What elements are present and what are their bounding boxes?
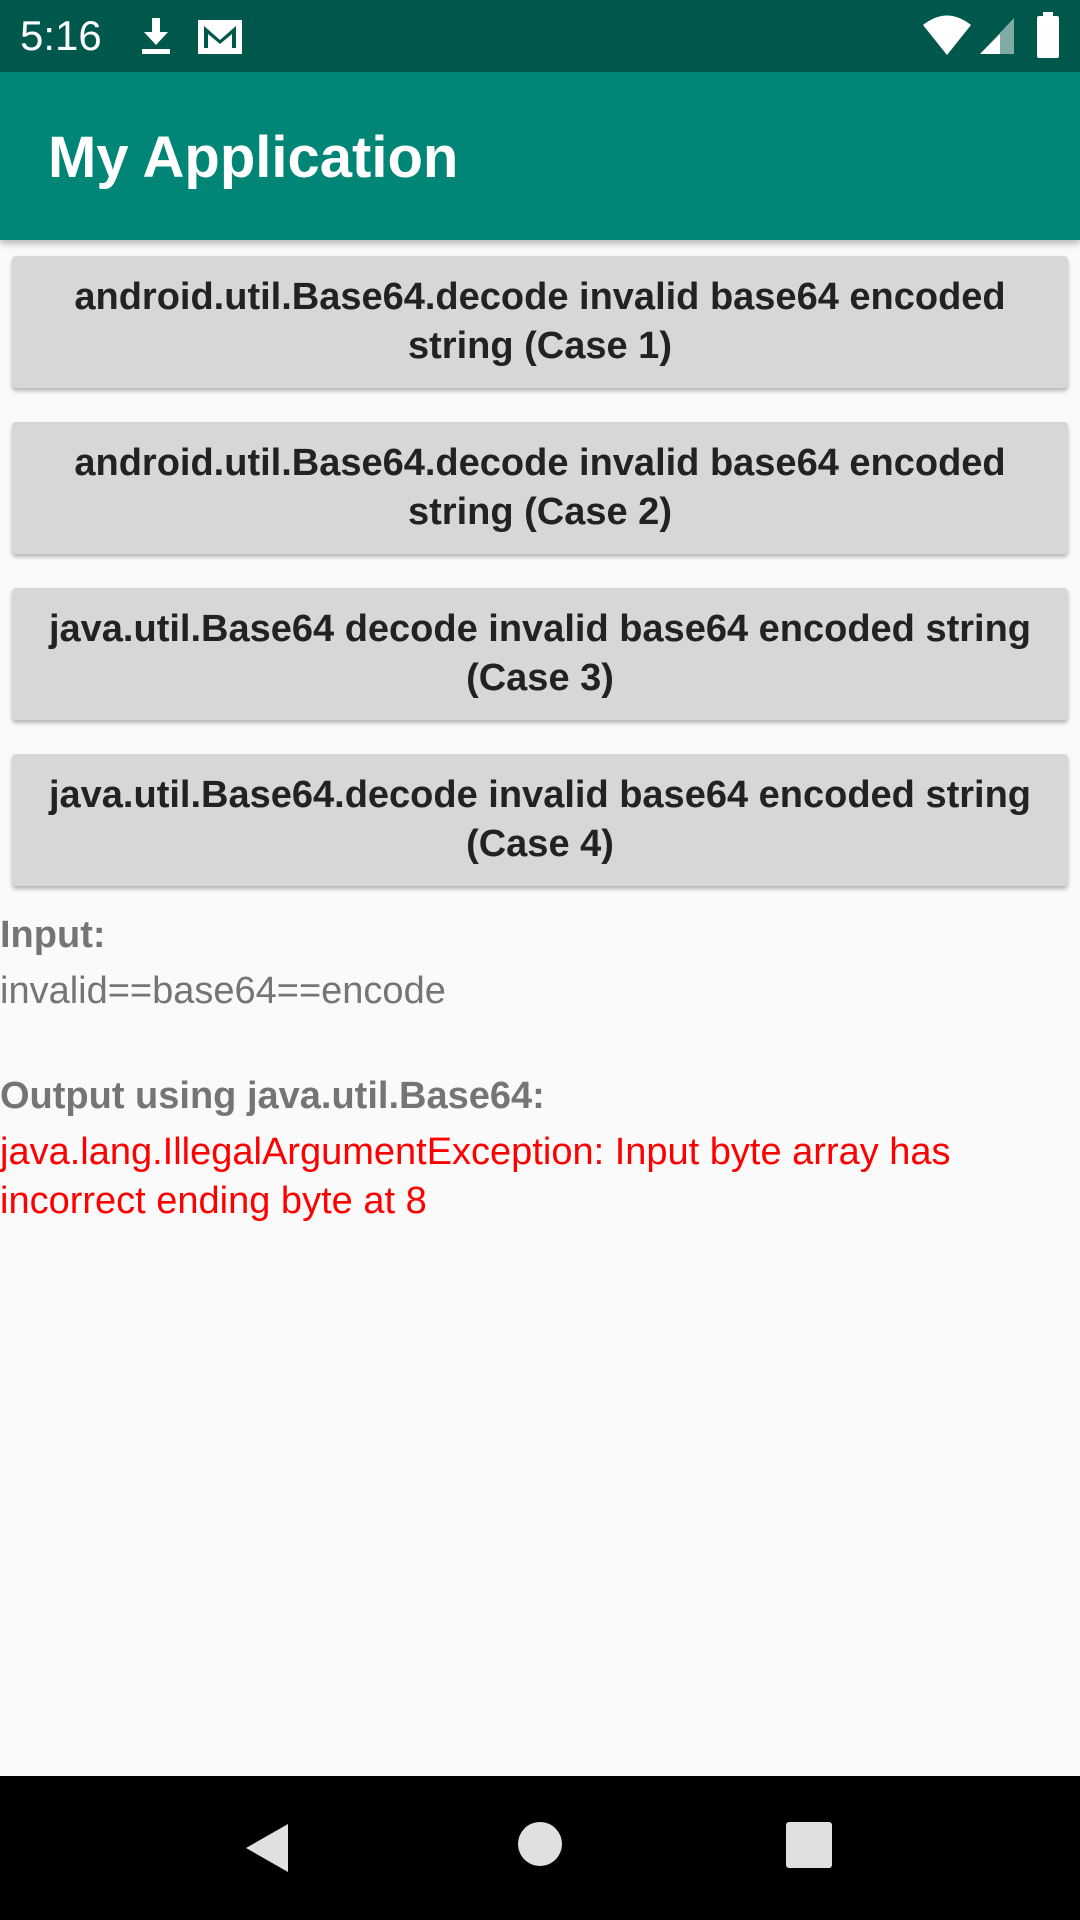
app-title: My Application: [48, 125, 459, 190]
signal-icon: [980, 18, 1014, 54]
output-error-text: java.lang.IllegalArgumentException: Inpu…: [0, 1131, 951, 1222]
output-label: Output using java.util.Base64:: [0, 1075, 545, 1117]
case-1-button[interactable]: android.util.Base64.decode invalid base6…: [12, 256, 1068, 388]
wifi-icon: [923, 15, 971, 55]
navigation-bar: [0, 1776, 1080, 1920]
home-icon[interactable]: [516, 1820, 564, 1868]
battery-icon: [1037, 12, 1059, 58]
status-time: 5:16: [20, 12, 102, 59]
case-3-button[interactable]: java.util.Base64 decode invalid base64 e…: [12, 588, 1068, 720]
main-content: android.util.Base64.decode invalid base6…: [0, 240, 1080, 1776]
back-icon[interactable]: [240, 1820, 296, 1876]
case-4-button[interactable]: java.util.Base64.decode invalid base64 e…: [12, 754, 1068, 886]
case-2-button[interactable]: android.util.Base64.decode invalid base6…: [12, 422, 1068, 554]
status-bar: 5:16: [0, 0, 1080, 72]
download-icon: [142, 18, 170, 54]
recents-icon[interactable]: [786, 1822, 832, 1868]
input-label: Input:: [0, 914, 106, 956]
input-value: invalid==base64==encode: [0, 970, 446, 1012]
app-bar: My Application: [0, 72, 1080, 240]
gmail-icon: [198, 20, 242, 54]
